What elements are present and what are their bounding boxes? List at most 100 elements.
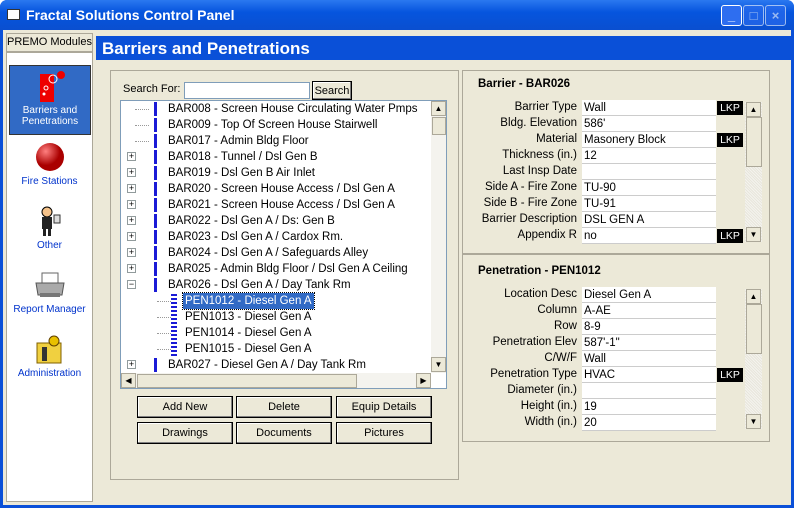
item-marker-icon (154, 358, 157, 372)
tree-item[interactable]: + BAR022 - Dsl Gen A / Ds: Gen B (121, 213, 431, 229)
field-label: Barrier Description (481, 213, 577, 225)
expand-icon[interactable]: + (127, 360, 136, 369)
penetration-field-value[interactable]: Diesel Gen A (582, 287, 716, 303)
tree-connector (157, 317, 171, 318)
tree-item-label: BAR023 - Dsl Gen A / Cardox Rm. (168, 231, 344, 243)
item-marker-icon (154, 166, 157, 180)
search-button[interactable]: Search (312, 81, 352, 100)
tree-item[interactable]: BAR008 - Screen House Circulating Water … (121, 101, 431, 117)
lookup-button[interactable]: LKP (717, 133, 743, 147)
expand-icon[interactable]: + (127, 168, 136, 177)
barrier-field-value[interactable]: Wall (582, 100, 716, 116)
lookup-button[interactable]: LKP (717, 229, 743, 243)
item-marker-icon (171, 326, 177, 340)
barrier-field-value[interactable] (582, 164, 716, 180)
tree-item[interactable]: + BAR025 - Admin Bldg Floor / Dsl Gen A C… (121, 261, 431, 277)
equip-details-button[interactable]: Equip Details (336, 396, 432, 418)
tree-item-label: BAR025 - Admin Bldg Floor / Dsl Gen A Ce… (168, 263, 408, 275)
penetration-field-value[interactable]: 20 (582, 415, 716, 431)
sidebar-item-label: Report Manager (13, 304, 86, 315)
delete-button[interactable]: Delete (236, 396, 332, 418)
expand-icon[interactable]: + (127, 264, 136, 273)
barrier-field-value[interactable]: TU-90 (582, 180, 716, 196)
drawings-button[interactable]: Drawings (137, 422, 233, 444)
item-marker-icon (154, 246, 157, 260)
maximize-button[interactable]: □ (743, 5, 764, 26)
expand-icon[interactable]: + (127, 152, 136, 161)
barrier-field-value[interactable]: DSL GEN A (582, 212, 716, 228)
item-marker-icon (171, 294, 177, 308)
field-label: Height (in.) (520, 400, 577, 412)
barrier-field-value[interactable]: TU-91 (582, 196, 716, 212)
tree-item[interactable]: + BAR019 - Dsl Gen B Air Inlet (121, 165, 431, 181)
sidebar-item-report-manager[interactable]: Report Manager (7, 265, 92, 315)
tree-item[interactable]: + BAR021 - Screen House Access / Dsl Gen … (121, 197, 431, 213)
expand-icon[interactable]: + (127, 184, 136, 193)
pictures-button[interactable]: Pictures (336, 422, 432, 444)
tree-item[interactable]: + BAR020 - Screen House Access / Dsl Gen … (121, 181, 431, 197)
field-label: Penetration Elev (492, 336, 577, 348)
tree-item[interactable]: PEN1013 - Diesel Gen A (121, 309, 431, 325)
scroll-right-button[interactable]: ▶ (416, 373, 431, 388)
scroll-up-button[interactable]: ▲ (746, 289, 761, 304)
tree-item-label: BAR020 - Screen House Access / Dsl Gen A (168, 183, 395, 195)
sidebar-item-fire-stations[interactable]: Fire Stations (7, 137, 92, 187)
barrier-tree[interactable]: BAR008 - Screen House Circulating Water … (120, 100, 447, 389)
barrier-field-value[interactable]: Masonery Block (582, 132, 716, 148)
tree-item-label: BAR019 - Dsl Gen B Air Inlet (168, 167, 316, 179)
tree-item[interactable]: BAR009 - Top Of Screen House Stairwell (121, 117, 431, 133)
expand-icon[interactable]: + (127, 232, 136, 241)
tree-item[interactable]: − BAR026 - Dsl Gen A / Day Tank Rm (121, 277, 431, 293)
penetration-field-value[interactable] (582, 383, 716, 399)
barrier-title: Barrier - BAR026 (478, 78, 571, 90)
tree-item[interactable]: PEN1015 - Diesel Gen A (121, 341, 431, 357)
close-button[interactable]: × (765, 5, 786, 26)
tree-item[interactable]: PEN1012 - Diesel Gen A (121, 292, 431, 310)
search-input[interactable] (184, 82, 310, 99)
lookup-button[interactable]: LKP (717, 368, 743, 382)
documents-button[interactable]: Documents (236, 422, 332, 444)
sidebar-item-other[interactable]: Other (7, 201, 92, 251)
tree-item[interactable]: BAR017 - Admin Bldg Floor (121, 133, 431, 149)
field-label: Thickness (in.) (502, 149, 577, 161)
tree-connector (135, 109, 149, 110)
penetration-field-value[interactable]: 19 (582, 399, 716, 415)
barrier-field-value[interactable]: 12 (582, 148, 716, 164)
barrier-field-value[interactable]: no (582, 228, 716, 244)
lookup-button[interactable]: LKP (717, 101, 743, 115)
app-icon (7, 9, 20, 20)
sidebar-item-administration[interactable]: Administration (7, 329, 92, 379)
minimize-button[interactable]: _ (721, 5, 742, 26)
tree-item-label: PEN1013 - Diesel Gen A (185, 311, 312, 323)
scroll-down-button[interactable]: ▼ (746, 227, 761, 242)
scroll-thumb[interactable] (746, 304, 762, 354)
sidebar: Barriers and Penetrations Fire Stations … (6, 52, 93, 502)
scroll-left-button[interactable]: ◀ (121, 373, 136, 388)
penetration-field-value[interactable]: A-AE (582, 303, 716, 319)
sidebar-item-barriers[interactable]: Barriers and Penetrations (9, 65, 91, 135)
collapse-icon[interactable]: − (127, 280, 136, 289)
horizontal-scroll-thumb[interactable] (137, 374, 357, 388)
tree-item-label: BAR008 - Screen House Circulating Water … (168, 103, 418, 115)
tree-item[interactable]: + BAR024 - Dsl Gen A / Safeguards Alley (121, 245, 431, 261)
add-new-button[interactable]: Add New (137, 396, 233, 418)
tree-item[interactable]: PEN1014 - Diesel Gen A (121, 325, 431, 341)
penetration-field-value[interactable]: HVAC (582, 367, 716, 383)
tree-item[interactable]: + BAR018 - Tunnel / Dsl Gen B (121, 149, 431, 165)
scroll-up-button[interactable]: ▲ (746, 102, 761, 117)
tree-item[interactable]: + BAR023 - Dsl Gen A / Cardox Rm. (121, 229, 431, 245)
field-label: Side A - Fire Zone (484, 181, 577, 193)
expand-icon[interactable]: + (127, 200, 136, 209)
expand-icon[interactable]: + (127, 216, 136, 225)
tab-premo-modules[interactable]: PREMO Modules (6, 33, 93, 52)
expand-icon[interactable]: + (127, 248, 136, 257)
scroll-down-button[interactable]: ▼ (746, 414, 761, 429)
penetration-field-value[interactable]: 8-9 (582, 319, 716, 335)
tree-item[interactable]: + BAR027 - Diesel Gen A / Day Tank Rm (121, 357, 431, 373)
barrier-field-value[interactable]: 586' (582, 116, 716, 132)
tree-connector (135, 125, 149, 126)
penetration-field-value[interactable]: Wall (582, 351, 716, 367)
scroll-thumb[interactable] (746, 117, 762, 167)
penetration-title: Penetration - PEN1012 (478, 265, 601, 277)
penetration-field-value[interactable]: 587'-1" (582, 335, 716, 351)
